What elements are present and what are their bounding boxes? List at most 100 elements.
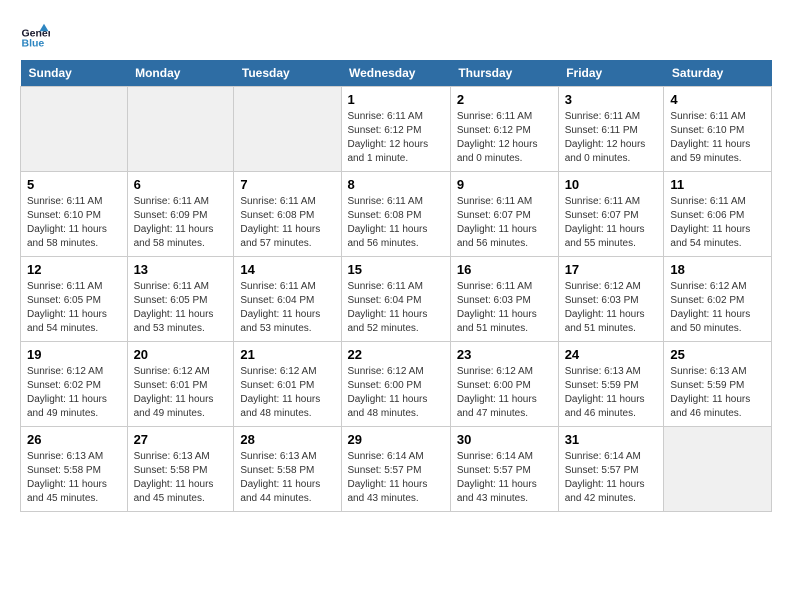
day-info: Sunrise: 6:11 AM Sunset: 6:12 PM Dayligh… (348, 110, 444, 166)
day-number: 29 (348, 432, 444, 447)
day-number: 13 (134, 262, 228, 277)
calendar-cell: 21 Sunrise: 6:12 AM Sunset: 6:01 PM Dayli… (234, 342, 341, 427)
day-number: 21 (240, 347, 334, 362)
day-info: Sunrise: 6:13 AM Sunset: 5:58 PM Dayligh… (27, 450, 121, 506)
day-number: 28 (240, 432, 334, 447)
day-number: 14 (240, 262, 334, 277)
day-header-saturday: Saturday (664, 60, 772, 87)
day-number: 8 (348, 177, 444, 192)
day-number: 19 (27, 347, 121, 362)
day-info: Sunrise: 6:11 AM Sunset: 6:11 PM Dayligh… (565, 110, 658, 166)
calendar-cell: 12Sunrise: 6:11 AM Sunset: 6:05 PM Dayli… (21, 257, 128, 342)
calendar-cell: 9 Sunrise: 6:11 AM Sunset: 6:07 PM Daylig… (450, 172, 558, 257)
calendar-cell: 7 Sunrise: 6:11 AM Sunset: 6:08 PM Daylig… (234, 172, 341, 257)
calendar-cell: 11 Sunrise: 6:11 AM Sunset: 6:06 PM Dayli… (664, 172, 772, 257)
week-row-2: 12Sunrise: 6:11 AM Sunset: 6:05 PM Dayli… (21, 257, 772, 342)
day-number: 6 (134, 177, 228, 192)
day-number: 16 (457, 262, 552, 277)
day-info: Sunrise: 6:11 AM Sunset: 6:10 PM Dayligh… (27, 195, 121, 251)
day-number: 5 (27, 177, 121, 192)
day-header-sunday: Sunday (21, 60, 128, 87)
day-number: 9 (457, 177, 552, 192)
day-header-friday: Friday (558, 60, 664, 87)
day-info: Sunrise: 6:11 AM Sunset: 6:07 PM Dayligh… (565, 195, 658, 251)
calendar-cell: 10 Sunrise: 6:11 AM Sunset: 6:07 PM Dayli… (558, 172, 664, 257)
day-info: Sunrise: 6:11 AM Sunset: 6:09 PM Dayligh… (134, 195, 228, 251)
day-number: 2 (457, 92, 552, 107)
week-row-1: 5 Sunrise: 6:11 AM Sunset: 6:10 PM Daylig… (21, 172, 772, 257)
day-info: Sunrise: 6:12 AM Sunset: 6:02 PM Dayligh… (27, 365, 121, 421)
calendar-cell (234, 87, 341, 172)
day-info: Sunrise: 6:14 AM Sunset: 5:57 PM Dayligh… (457, 450, 552, 506)
day-info: Sunrise: 6:14 AM Sunset: 5:57 PM Dayligh… (348, 450, 444, 506)
day-info: Sunrise: 6:11 AM Sunset: 6:05 PM Dayligh… (27, 280, 121, 336)
day-info: Sunrise: 6:11 AM Sunset: 6:06 PM Dayligh… (670, 195, 765, 251)
svg-text:Blue: Blue (22, 37, 45, 49)
day-header-tuesday: Tuesday (234, 60, 341, 87)
day-number: 17 (565, 262, 658, 277)
day-info: Sunrise: 6:12 AM Sunset: 6:00 PM Dayligh… (457, 365, 552, 421)
day-number: 22 (348, 347, 444, 362)
week-row-0: 1 Sunrise: 6:11 AM Sunset: 6:12 PM Daylig… (21, 87, 772, 172)
day-info: Sunrise: 6:11 AM Sunset: 6:04 PM Dayligh… (240, 280, 334, 336)
page-header: General Blue (20, 20, 772, 50)
calendar-body: 1 Sunrise: 6:11 AM Sunset: 6:12 PM Daylig… (21, 87, 772, 512)
calendar-cell: 16Sunrise: 6:11 AM Sunset: 6:03 PM Dayli… (450, 257, 558, 342)
day-info: Sunrise: 6:12 AM Sunset: 6:01 PM Dayligh… (134, 365, 228, 421)
day-number: 27 (134, 432, 228, 447)
calendar-cell (21, 87, 128, 172)
day-number: 18 (670, 262, 765, 277)
day-header-wednesday: Wednesday (341, 60, 450, 87)
day-info: Sunrise: 6:11 AM Sunset: 6:05 PM Dayligh… (134, 280, 228, 336)
logo: General Blue (20, 20, 54, 50)
day-info: Sunrise: 6:11 AM Sunset: 6:10 PM Dayligh… (670, 110, 765, 166)
day-info: Sunrise: 6:11 AM Sunset: 6:12 PM Dayligh… (457, 110, 552, 166)
calendar-cell: 15Sunrise: 6:11 AM Sunset: 6:04 PM Dayli… (341, 257, 450, 342)
day-info: Sunrise: 6:12 AM Sunset: 6:00 PM Dayligh… (348, 365, 444, 421)
calendar-cell: 20Sunrise: 6:12 AM Sunset: 6:01 PM Dayli… (127, 342, 234, 427)
calendar-cell (127, 87, 234, 172)
day-info: Sunrise: 6:11 AM Sunset: 6:08 PM Dayligh… (240, 195, 334, 251)
day-info: Sunrise: 6:13 AM Sunset: 5:59 PM Dayligh… (565, 365, 658, 421)
calendar-cell: 23Sunrise: 6:12 AM Sunset: 6:00 PM Dayli… (450, 342, 558, 427)
day-info: Sunrise: 6:13 AM Sunset: 5:58 PM Dayligh… (134, 450, 228, 506)
day-info: Sunrise: 6:11 AM Sunset: 6:08 PM Dayligh… (348, 195, 444, 251)
day-number: 7 (240, 177, 334, 192)
day-info: Sunrise: 6:13 AM Sunset: 5:58 PM Dayligh… (240, 450, 334, 506)
calendar-cell: 27 Sunrise: 6:13 AM Sunset: 5:58 PM Dayli… (127, 427, 234, 512)
calendar-table: SundayMondayTuesdayWednesdayThursdayFrid… (20, 60, 772, 512)
day-number: 24 (565, 347, 658, 362)
week-row-4: 26 Sunrise: 6:13 AM Sunset: 5:58 PM Dayli… (21, 427, 772, 512)
calendar-cell: 2 Sunrise: 6:11 AM Sunset: 6:12 PM Daylig… (450, 87, 558, 172)
day-number: 11 (670, 177, 765, 192)
day-info: Sunrise: 6:12 AM Sunset: 6:02 PM Dayligh… (670, 280, 765, 336)
calendar-cell: 13 Sunrise: 6:11 AM Sunset: 6:05 PM Dayli… (127, 257, 234, 342)
calendar-cell: 26 Sunrise: 6:13 AM Sunset: 5:58 PM Dayli… (21, 427, 128, 512)
calendar-cell (664, 427, 772, 512)
day-number: 10 (565, 177, 658, 192)
calendar-cell: 18 Sunrise: 6:12 AM Sunset: 6:02 PM Dayli… (664, 257, 772, 342)
day-number: 30 (457, 432, 552, 447)
calendar-cell: 17 Sunrise: 6:12 AM Sunset: 6:03 PM Dayli… (558, 257, 664, 342)
day-info: Sunrise: 6:11 AM Sunset: 6:07 PM Dayligh… (457, 195, 552, 251)
day-info: Sunrise: 6:14 AM Sunset: 5:57 PM Dayligh… (565, 450, 658, 506)
day-info: Sunrise: 6:12 AM Sunset: 6:01 PM Dayligh… (240, 365, 334, 421)
day-number: 1 (348, 92, 444, 107)
calendar-cell: 29 Sunrise: 6:14 AM Sunset: 5:57 PM Dayli… (341, 427, 450, 512)
day-number: 31 (565, 432, 658, 447)
week-row-3: 19 Sunrise: 6:12 AM Sunset: 6:02 PM Dayli… (21, 342, 772, 427)
day-info: Sunrise: 6:13 AM Sunset: 5:59 PM Dayligh… (670, 365, 765, 421)
logo-icon: General Blue (20, 20, 50, 50)
calendar-cell: 1 Sunrise: 6:11 AM Sunset: 6:12 PM Daylig… (341, 87, 450, 172)
calendar-cell: 19 Sunrise: 6:12 AM Sunset: 6:02 PM Dayli… (21, 342, 128, 427)
day-info: Sunrise: 6:12 AM Sunset: 6:03 PM Dayligh… (565, 280, 658, 336)
day-info: Sunrise: 6:11 AM Sunset: 6:04 PM Dayligh… (348, 280, 444, 336)
calendar-cell: 3 Sunrise: 6:11 AM Sunset: 6:11 PM Daylig… (558, 87, 664, 172)
day-number: 26 (27, 432, 121, 447)
day-number: 3 (565, 92, 658, 107)
day-header-monday: Monday (127, 60, 234, 87)
day-header-thursday: Thursday (450, 60, 558, 87)
calendar-cell: 14 Sunrise: 6:11 AM Sunset: 6:04 PM Dayli… (234, 257, 341, 342)
calendar-cell: 28 Sunrise: 6:13 AM Sunset: 5:58 PM Dayli… (234, 427, 341, 512)
calendar-cell: 30 Sunrise: 6:14 AM Sunset: 5:57 PM Dayli… (450, 427, 558, 512)
